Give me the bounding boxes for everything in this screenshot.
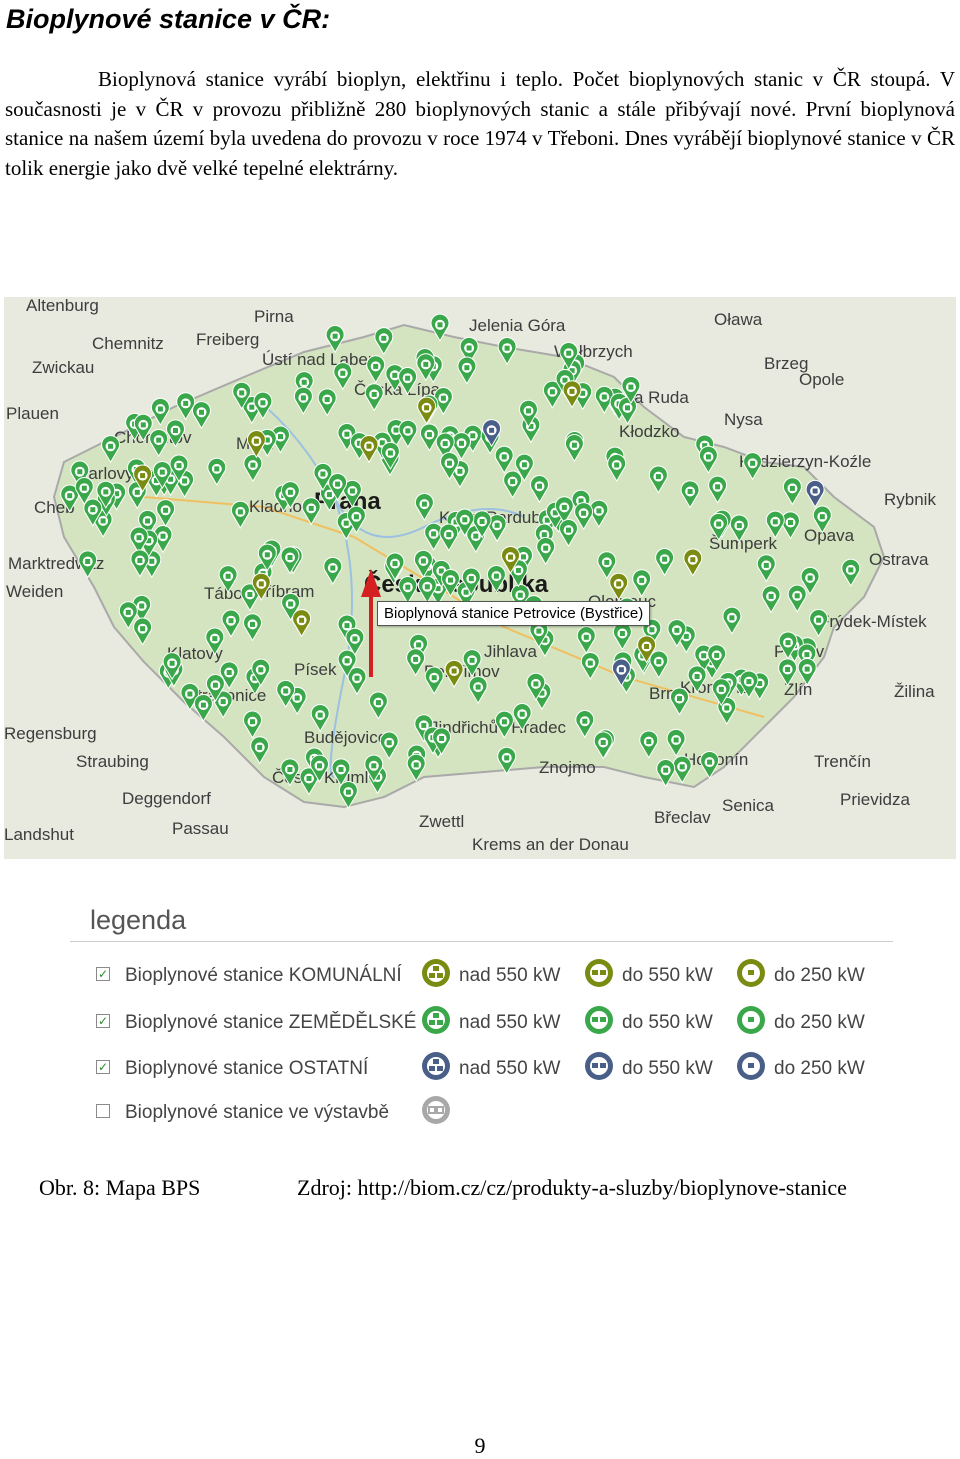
municipal-small-icon [737,959,765,987]
place-label: Weiden [6,582,63,601]
place-label: Straubing [76,752,149,771]
place-label: Deggendorf [122,789,211,808]
legend-size-label: do 550 kW [622,1012,713,1033]
other-large-icon [422,1052,450,1080]
place-label: Břeclav [654,808,711,827]
place-label: Ostrava [869,550,929,569]
legend-checkbox-other[interactable]: ✓ [96,1060,110,1074]
place-label: Pirna [254,307,294,326]
place-label: Písek [294,660,337,679]
legend-size-label: do 550 kW [622,965,713,986]
page-number: 9 [474,1433,486,1458]
section-heading: Bioplynové stanice v ČR: [6,4,331,34]
legend-label-other: Bioplynové stanice OSTATNÍ [125,1058,369,1079]
other-medium-icon [585,1052,613,1080]
legend-row-agricultural: ✓ Bioplynové stanice ZEMĚDĚLSKÉ nad 550 … [70,1006,895,1040]
legend-title: legenda [90,905,187,935]
legend-checkbox-agricultural[interactable]: ✓ [96,1014,110,1028]
legend-size-label: do 550 kW [622,1058,713,1079]
agricultural-medium-icon [585,1006,613,1034]
map-legend: legenda ✓ Bioplynové stanice KOMUNÁLNÍ n… [70,905,895,1135]
legend-size-label: do 250 kW [774,1058,865,1079]
other-small-icon [737,1052,765,1080]
place-label: Chemnitz [92,334,164,353]
legend-row-other: ✓ Bioplynové stanice OSTATNÍ nad 550 kW … [70,1052,895,1086]
place-label: Znojmo [539,758,596,777]
legend-checkbox-construction[interactable] [96,1104,110,1118]
place-label: Oława [714,310,763,329]
figure-source: Zdroj: http://biom.cz/cz/produkty-a-sluz… [297,1175,847,1200]
place-label: Trenčín [814,752,871,771]
place-label: Prievidza [840,790,910,809]
place-label: Opava [804,526,855,545]
legend-label-agricultural: Bioplynové stanice ZEMĚDĚLSKÉ [125,1012,417,1033]
place-label: Nysa [724,410,763,429]
place-label: Jelenia Góra [469,316,566,335]
place-label: Passau [172,819,229,838]
legend-size-label: do 250 kW [774,1012,865,1033]
legend-label-construction: Bioplynové stanice ve výstavbě [125,1102,390,1123]
legend-checkbox-municipal[interactable]: ✓ [96,967,110,981]
place-label: Altenburg [26,297,99,315]
place-label: Freiberg [196,330,259,349]
legend-size-label: do 250 kW [774,965,865,986]
place-label: Jihlava [484,642,537,661]
place-label: Frýdek-Místek [819,612,927,631]
intro-paragraph: Bioplynová stanice vyrábí bioplyn, elekt… [5,67,955,180]
municipal-medium-icon [585,959,613,987]
place-label: Landshut [4,825,74,844]
legend-size-label: nad 550 kW [459,1012,561,1033]
legend-label-municipal: Bioplynové stanice KOMUNÁLNÍ [125,965,402,986]
place-label: Opole [799,370,844,389]
place-label: Ústí nad Labem [262,350,382,369]
legend-size-label: nad 550 kW [459,1058,561,1079]
municipal-large-icon [422,959,450,987]
agricultural-large-icon [422,1006,450,1034]
legend-row-municipal: ✓ Bioplynové stanice KOMUNÁLNÍ nad 550 k… [70,959,895,993]
map-canvas: Altenburg Pirna Jelenia Góra Oława Chemnitz F… [4,297,956,859]
place-label: Krems an der Donau [472,835,629,854]
construction-icon [422,1096,450,1124]
place-label: Regensburg [4,724,97,743]
place-label: Zwickau [32,358,94,377]
agricultural-small-icon [737,1006,765,1034]
legend-row-construction: Bioplynové stanice ve výstavbě [70,1096,895,1130]
legend-divider [70,941,893,942]
place-label: Zwettl [419,812,464,831]
legend-size-label: nad 550 kW [459,965,561,986]
place-label: Senica [722,796,775,815]
place-label: Kłodzko [619,422,679,441]
biogas-map[interactable]: Altenburg Pirna Jelenia Góra Oława Chemnitz F… [4,297,956,859]
place-label: Plauen [6,404,59,423]
place-label: Rybnik [884,490,936,509]
station-tooltip: Bioplynová stanice Petrovice (Bystřice) [377,601,651,626]
figure-caption: Obr. 8: Mapa BPS [39,1175,201,1200]
place-label: Budějovice [304,728,387,747]
place-label: Žilina [894,682,935,701]
